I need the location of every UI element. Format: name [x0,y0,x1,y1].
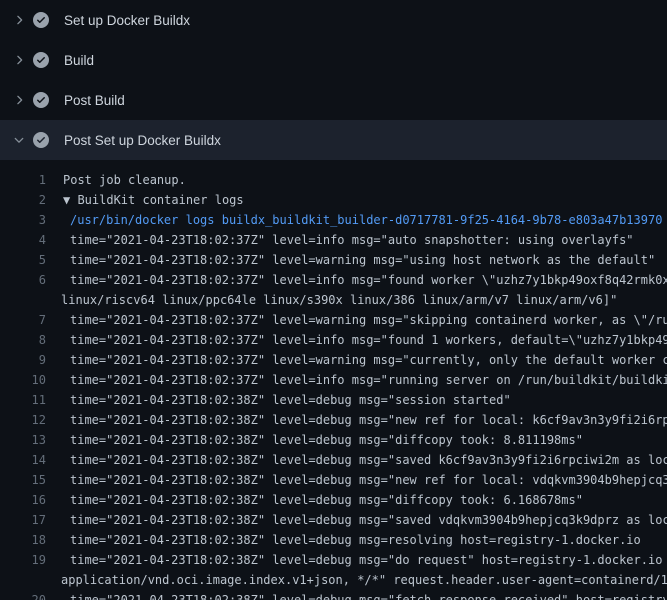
log-line-number[interactable] [0,290,46,310]
log-line: 8 time="2021-04-23T18:02:37Z" level=info… [0,330,667,350]
actions-log-viewer: Set up Docker Buildx Build Post Build Po… [0,0,667,600]
check-circle-icon [33,52,49,68]
steps-list: Set up Docker Buildx Build Post Build Po… [0,0,667,160]
log-group-toggle[interactable]: ▼ BuildKit container logs [46,190,244,210]
check-circle-icon [33,92,49,108]
log-panel: 1 Post job cleanup. 2 ▼ BuildKit contain… [0,160,667,600]
check-circle-icon [33,12,49,28]
log-line: 10 time="2021-04-23T18:02:37Z" level=inf… [0,370,667,390]
chevron-right-icon [12,93,26,107]
check-circle-icon [33,132,49,148]
log-line: 3 /usr/bin/docker logs buildx_buildkit_b… [0,210,667,230]
log-line: 2 ▼ BuildKit container logs [0,190,667,210]
log-line-number[interactable]: 1 [0,170,46,190]
log-line: application/vnd.oci.image.index.v1+json,… [0,570,667,590]
log-line-text: time="2021-04-23T18:02:38Z" level=debug … [46,510,667,530]
log-line-text: time="2021-04-23T18:02:38Z" level=debug … [46,530,641,550]
chevron-right-icon [12,53,26,67]
log-line-text: time="2021-04-23T18:02:38Z" level=debug … [46,550,667,570]
chevron-right-icon [12,13,26,27]
log-line: 6 time="2021-04-23T18:02:37Z" level=info… [0,270,667,290]
step-row-1[interactable]: Build [0,40,667,80]
log-line: 7 time="2021-04-23T18:02:37Z" level=warn… [0,310,667,330]
log-line-text: time="2021-04-23T18:02:37Z" level=info m… [46,330,667,350]
log-line: 5 time="2021-04-23T18:02:37Z" level=warn… [0,250,667,270]
log-line-number[interactable]: 10 [0,370,46,390]
log-line: 14 time="2021-04-23T18:02:38Z" level=deb… [0,450,667,470]
log-line: 4 time="2021-04-23T18:02:37Z" level=info… [0,230,667,250]
log-line: 12 time="2021-04-23T18:02:38Z" level=deb… [0,410,667,430]
log-line-text: application/vnd.oci.image.index.v1+json,… [46,570,667,590]
log-line-text: linux/riscv64 linux/ppc64le linux/s390x … [46,290,617,310]
log-line-text: time="2021-04-23T18:02:37Z" level=info m… [46,270,667,290]
log-line: 15 time="2021-04-23T18:02:38Z" level=deb… [0,470,667,490]
log-line-text: time="2021-04-23T18:02:37Z" level=info m… [46,230,634,250]
step-row-2[interactable]: Post Build [0,80,667,120]
log-line-text: time="2021-04-23T18:02:37Z" level=warnin… [46,310,667,330]
step-title: Post Build [64,93,125,108]
log-line: linux/riscv64 linux/ppc64le linux/s390x … [0,290,667,310]
log-line-number[interactable]: 4 [0,230,46,250]
step-title: Set up Docker Buildx [64,13,190,28]
log-line-text: time="2021-04-23T18:02:38Z" level=debug … [46,590,667,600]
log-line-text: time="2021-04-23T18:02:37Z" level=warnin… [46,250,655,270]
log-line-number[interactable]: 19 [0,550,46,570]
log-line-number[interactable]: 15 [0,470,46,490]
log-line: 13 time="2021-04-23T18:02:38Z" level=deb… [0,430,667,450]
log-line-number[interactable]: 5 [0,250,46,270]
log-line: 11 time="2021-04-23T18:02:38Z" level=deb… [0,390,667,410]
log-line: 1 Post job cleanup. [0,170,667,190]
log-line-text: time="2021-04-23T18:02:38Z" level=debug … [46,390,511,410]
log-line-text: time="2021-04-23T18:02:38Z" level=debug … [46,430,583,450]
log-line-text: Post job cleanup. [46,170,186,190]
log-line-number[interactable]: 12 [0,410,46,430]
log-line-text: /usr/bin/docker logs buildx_buildkit_bui… [46,210,662,230]
log-line-number[interactable]: 8 [0,330,46,350]
step-title: Post Set up Docker Buildx [64,133,221,148]
log-line-text: time="2021-04-23T18:02:38Z" level=debug … [46,490,583,510]
log-line: 19 time="2021-04-23T18:02:38Z" level=deb… [0,550,667,570]
log-line-number[interactable]: 20 [0,590,46,600]
log-line-number[interactable] [0,570,46,590]
step-row-0[interactable]: Set up Docker Buildx [0,0,667,40]
log-line-number[interactable]: 11 [0,390,46,410]
log-line-number[interactable]: 16 [0,490,46,510]
log-line-number[interactable]: 7 [0,310,46,330]
log-line: 9 time="2021-04-23T18:02:37Z" level=warn… [0,350,667,370]
log-line-text: time="2021-04-23T18:02:37Z" level=warnin… [46,350,667,370]
log-line-number[interactable]: 2 [0,190,46,210]
log-line-number[interactable]: 14 [0,450,46,470]
log-line-text: time="2021-04-23T18:02:38Z" level=debug … [46,470,667,490]
log-line-text: time="2021-04-23T18:02:37Z" level=info m… [46,370,667,390]
log-line-number[interactable]: 13 [0,430,46,450]
log-line-number[interactable]: 18 [0,530,46,550]
step-row-3[interactable]: Post Set up Docker Buildx [0,120,667,160]
log-line: 18 time="2021-04-23T18:02:38Z" level=deb… [0,530,667,550]
log-line-number[interactable]: 3 [0,210,46,230]
log-line: 17 time="2021-04-23T18:02:38Z" level=deb… [0,510,667,530]
log-line-number[interactable]: 17 [0,510,46,530]
log-line: 16 time="2021-04-23T18:02:38Z" level=deb… [0,490,667,510]
log-line-number[interactable]: 9 [0,350,46,370]
log-line-number[interactable]: 6 [0,270,46,290]
log-line-text: time="2021-04-23T18:02:38Z" level=debug … [46,410,667,430]
step-title: Build [64,53,94,68]
log-line-text: time="2021-04-23T18:02:38Z" level=debug … [46,450,667,470]
log-line: 20 time="2021-04-23T18:02:38Z" level=deb… [0,590,667,600]
chevron-down-icon [12,133,26,147]
